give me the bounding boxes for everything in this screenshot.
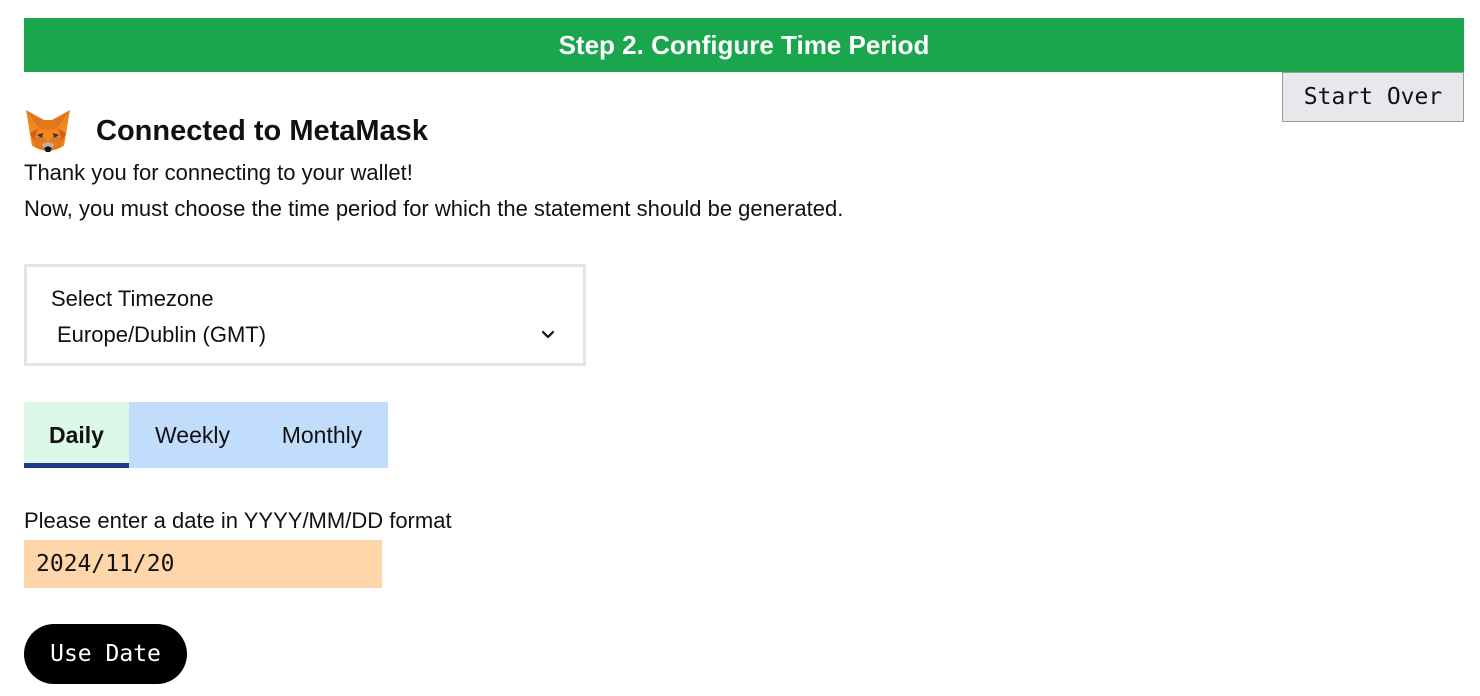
timezone-selected-value: Europe/Dublin (GMT)	[57, 322, 267, 347]
metamask-fox-icon	[26, 110, 70, 152]
timezone-select[interactable]: Europe/Dublin (GMT)	[57, 319, 557, 351]
period-tabs: Daily Weekly Monthly	[24, 402, 388, 468]
connection-thanks-text: Thank you for connecting to your wallet!	[24, 160, 413, 185]
tab-monthly[interactable]: Monthly	[256, 402, 388, 468]
instruction-text: Now, you must choose the time period for…	[24, 196, 844, 221]
timezone-selector: Select Timezone Europe/Dublin (GMT)	[24, 264, 586, 366]
connection-title: Connected to MetaMask	[96, 114, 428, 147]
date-input-label: Please enter a date in YYYY/MM/DD format	[24, 508, 452, 533]
tab-daily[interactable]: Daily	[24, 402, 129, 468]
page: Step 2. Configure Time Period Start Over…	[0, 0, 1480, 696]
connection-status: Connected to MetaMask	[24, 108, 428, 154]
timezone-label: Select Timezone	[51, 286, 214, 311]
tab-weekly[interactable]: Weekly	[129, 402, 256, 468]
step-title: Step 2. Configure Time Period	[558, 29, 930, 60]
use-date-button[interactable]: Use Date	[24, 624, 187, 684]
step-banner: Step 2. Configure Time Period	[24, 18, 1464, 72]
chevron-down-icon	[541, 330, 555, 339]
date-input[interactable]	[24, 540, 382, 588]
start-over-button[interactable]: Start Over	[1282, 72, 1464, 122]
